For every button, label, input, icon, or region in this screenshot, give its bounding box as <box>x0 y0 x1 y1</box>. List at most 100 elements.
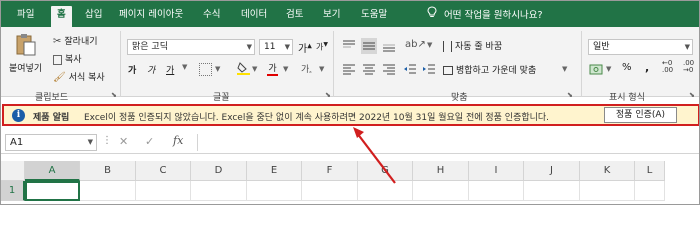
tab-insert[interactable]: 삽입 <box>79 6 108 23</box>
format-painter-button[interactable]: 🖌 서식 복사 <box>53 70 105 83</box>
column-header-a[interactable]: A <box>25 161 80 181</box>
font-label: 글꼴 <box>213 93 230 103</box>
cell-h1[interactable] <box>413 181 469 201</box>
tab-help[interactable]: 도움말 <box>355 6 393 23</box>
tell-me-search[interactable]: 어떤 작업을 원하시나요? <box>427 6 543 23</box>
accounting-format-button[interactable] <box>589 63 603 79</box>
tab-page-layout[interactable]: 페이지 레이아웃 <box>113 6 189 23</box>
align-middle-icon[interactable] <box>361 38 377 54</box>
clipboard-launcher-icon[interactable]: ⬊ <box>111 91 117 99</box>
divider <box>120 31 121 97</box>
more-options-icon[interactable]: ⋮ <box>102 135 112 146</box>
italic-button[interactable]: 가 <box>147 63 155 76</box>
paste-icon[interactable] <box>15 33 37 57</box>
wrap-text-button[interactable]: 자동 줄 바꿈 <box>443 39 502 52</box>
font-color-dropdown-icon[interactable]: ▼ <box>283 65 288 73</box>
decrease-decimal-icon[interactable]: .00 →0 <box>683 60 694 74</box>
number-label: 표시 형식 <box>609 93 645 103</box>
info-icon: i <box>12 109 25 122</box>
column-header-d[interactable]: D <box>191 161 247 181</box>
percent-button[interactable]: % <box>622 62 632 73</box>
alignment-launcher-icon[interactable]: ⬊ <box>567 91 573 99</box>
cell-c1[interactable] <box>136 181 191 201</box>
divider <box>581 31 582 97</box>
column-header-j[interactable]: J <box>524 161 580 181</box>
phonetic-icon[interactable]: 가ᵃ <box>301 62 312 77</box>
clipboard-label: 클립보드 <box>35 93 69 103</box>
orientation-icon[interactable]: ab↗ <box>405 39 426 50</box>
increase-indent-icon[interactable] <box>422 62 436 76</box>
cell-e1[interactable] <box>247 181 302 201</box>
phonetic-dropdown-icon[interactable]: ▼ <box>319 65 324 73</box>
activate-button[interactable]: 정품 인증(A) <box>604 107 677 123</box>
chevron-down-icon: ▼ <box>246 43 252 51</box>
underline-dropdown-icon[interactable]: ▼ <box>182 63 187 71</box>
cell-i1[interactable] <box>469 181 524 201</box>
tab-view[interactable]: 보기 <box>317 6 346 23</box>
align-center-icon[interactable] <box>362 62 376 76</box>
underline-button[interactable]: 가 <box>166 63 174 76</box>
brush-icon: 🖌 <box>53 72 66 83</box>
cell-b1[interactable] <box>80 181 136 201</box>
divider <box>333 31 334 97</box>
name-box[interactable]: A1 ▼ <box>5 134 97 151</box>
cell-k1[interactable] <box>580 181 635 201</box>
column-header-c[interactable]: C <box>136 161 191 181</box>
lightbulb-icon <box>427 6 437 17</box>
cell-j1[interactable] <box>524 181 580 201</box>
align-left-icon[interactable] <box>342 62 356 76</box>
tab-formulas[interactable]: 수식 <box>197 6 226 23</box>
orientation-dropdown-icon[interactable]: ▼ <box>427 41 432 49</box>
align-top-icon[interactable] <box>342 39 356 53</box>
tab-file[interactable]: 파일 <box>11 6 40 23</box>
grow-font-button[interactable]: 가▲ <box>298 40 312 55</box>
merge-icon <box>443 66 453 75</box>
column-header-i[interactable]: I <box>469 161 524 181</box>
confirm-entry-icon[interactable]: ✓ <box>145 135 154 148</box>
column-header-b[interactable]: B <box>80 161 136 181</box>
fill-color-button[interactable] <box>237 61 250 78</box>
cell-f1[interactable] <box>302 181 358 201</box>
ribbon-tab-bar: 파일 홈 삽입 페이지 레이아웃 수식 데이터 검토 보기 도움말 어떤 작업을… <box>1 1 699 27</box>
shrink-font-button[interactable]: 가▼ <box>316 41 328 53</box>
font-size-select[interactable]: 11 ▼ <box>259 39 293 55</box>
formula-input[interactable] <box>197 134 691 151</box>
cut-button[interactable]: ✂ 잘라내기 <box>53 34 98 47</box>
comma-button[interactable]: , <box>645 61 649 74</box>
select-all-corner[interactable] <box>1 161 25 181</box>
increase-decimal-icon[interactable]: ←0.00 <box>662 60 673 74</box>
product-notification-bar: i 제품 알림 Excel이 정품 인증되지 않았습니다. Excel을 중단 … <box>2 104 699 126</box>
insert-function-button[interactable]: fx <box>173 134 183 147</box>
row-header-1[interactable]: 1 <box>1 181 25 201</box>
tab-data[interactable]: 데이터 <box>235 6 273 23</box>
tab-home[interactable]: 홈 <box>51 6 72 27</box>
decrease-indent-icon[interactable] <box>403 62 417 76</box>
align-bottom-icon[interactable] <box>382 39 396 53</box>
column-header-e[interactable]: E <box>247 161 302 181</box>
cancel-entry-icon[interactable]: ✕ <box>119 135 128 148</box>
cell-a1[interactable] <box>25 181 80 201</box>
font-name-select[interactable]: 맑은 고딕 ▼ <box>127 39 255 55</box>
font-launcher-icon[interactable]: ⬊ <box>325 91 331 99</box>
bold-button[interactable]: 가 <box>128 63 136 76</box>
paint-bucket-icon <box>237 62 250 75</box>
column-header-k[interactable]: K <box>580 161 635 181</box>
border-icon[interactable] <box>199 63 212 76</box>
tab-review[interactable]: 검토 <box>280 6 309 23</box>
border-dropdown-icon[interactable]: ▼ <box>215 65 220 73</box>
paste-button[interactable]: 붙여넣기 <box>9 61 42 74</box>
font-color-button[interactable]: 가 <box>267 61 278 76</box>
column-header-l[interactable]: L <box>635 161 665 181</box>
merge-center-button[interactable]: 병합하고 가운데 맞춤 <box>443 63 536 76</box>
number-format-select[interactable]: 일반 ▼ <box>588 39 693 55</box>
accounting-dropdown-icon[interactable]: ▼ <box>606 65 611 73</box>
copy-button[interactable]: 복사 <box>53 52 82 65</box>
merge-dropdown-icon[interactable]: ▼ <box>562 65 567 73</box>
column-header-h[interactable]: H <box>413 161 469 181</box>
fill-dropdown-icon[interactable]: ▼ <box>252 65 257 73</box>
number-launcher-icon[interactable]: ⬊ <box>689 91 695 99</box>
cell-l1[interactable] <box>635 181 665 201</box>
align-right-icon[interactable] <box>382 62 396 76</box>
column-header-f[interactable]: F <box>302 161 358 181</box>
cell-d1[interactable] <box>191 181 247 201</box>
